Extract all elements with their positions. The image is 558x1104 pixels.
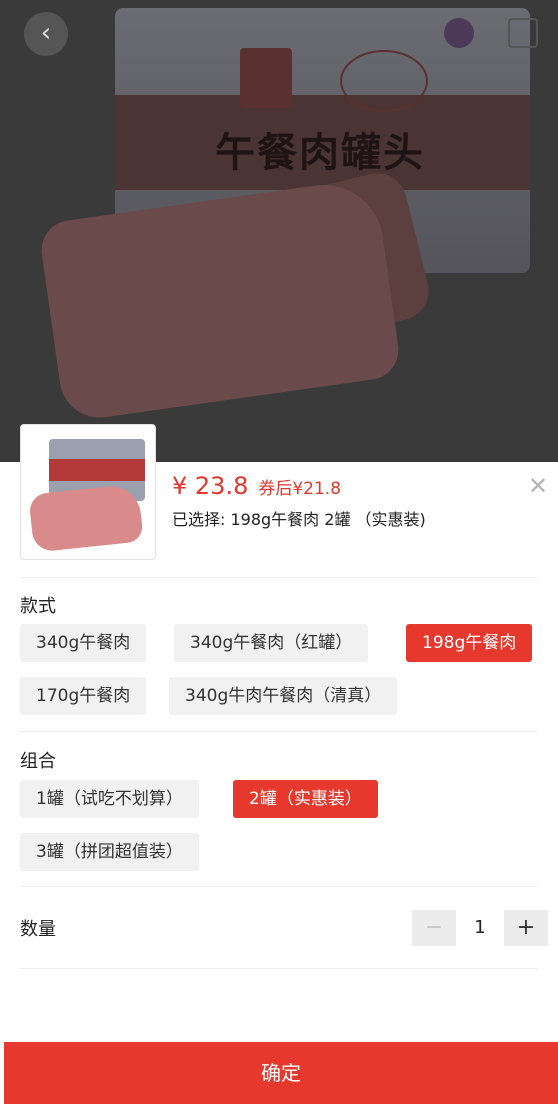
thumb-band [49, 459, 145, 481]
quantity-decrement-button[interactable]: − [412, 910, 456, 946]
quantity-value[interactable]: 1 [458, 910, 502, 946]
product-thumbnail [20, 424, 156, 560]
divider [20, 577, 538, 578]
divider [20, 731, 538, 732]
price: ¥ 23.8 [172, 472, 249, 500]
combo-section-label: 组合 [20, 751, 56, 772]
brand-logo [240, 48, 292, 108]
cart-icon[interactable] [444, 18, 474, 48]
combo-option[interactable]: 3罐（拼团超值装） [20, 833, 199, 871]
product-image-backdrop: 午餐肉罐头 [0, 0, 558, 462]
style-option[interactable]: 170g午餐肉 [20, 677, 147, 715]
price-row: ¥ 23.8 券后¥21.8 [172, 472, 341, 500]
divider [20, 968, 538, 969]
style-option[interactable]: 340g午餐肉（红罐） [174, 624, 369, 662]
meat-slice [37, 177, 403, 423]
style-section-label: 款式 [20, 596, 56, 617]
divider [20, 886, 538, 887]
close-icon[interactable]: ✕ [526, 474, 550, 498]
chevron-left-icon: ‹ [40, 18, 52, 48]
style-option[interactable]: 340g牛肉午餐肉（清真） [169, 677, 398, 715]
thumb-meat [28, 483, 144, 553]
quantity-label: 数量 [20, 919, 56, 940]
share-icon[interactable] [508, 18, 538, 48]
style-option-selected[interactable]: 198g午餐肉 [406, 624, 533, 662]
coupon-price: 券后¥21.8 [258, 479, 342, 499]
combo-option[interactable]: 1罐（试吃不划算） [20, 780, 199, 818]
combo-option-selected[interactable]: 2罐（实惠装） [233, 780, 378, 818]
quantity-increment-button[interactable]: + [504, 910, 548, 946]
selected-summary: 已选择: 198g午餐肉 2罐 （实惠装) [172, 510, 426, 529]
back-button[interactable]: ‹ [24, 12, 68, 56]
can-title: 午餐肉罐头 [215, 129, 425, 176]
style-option[interactable]: 340g午餐肉 [20, 624, 147, 662]
can-badge [340, 50, 428, 112]
confirm-button[interactable]: 确定 [4, 1042, 558, 1104]
